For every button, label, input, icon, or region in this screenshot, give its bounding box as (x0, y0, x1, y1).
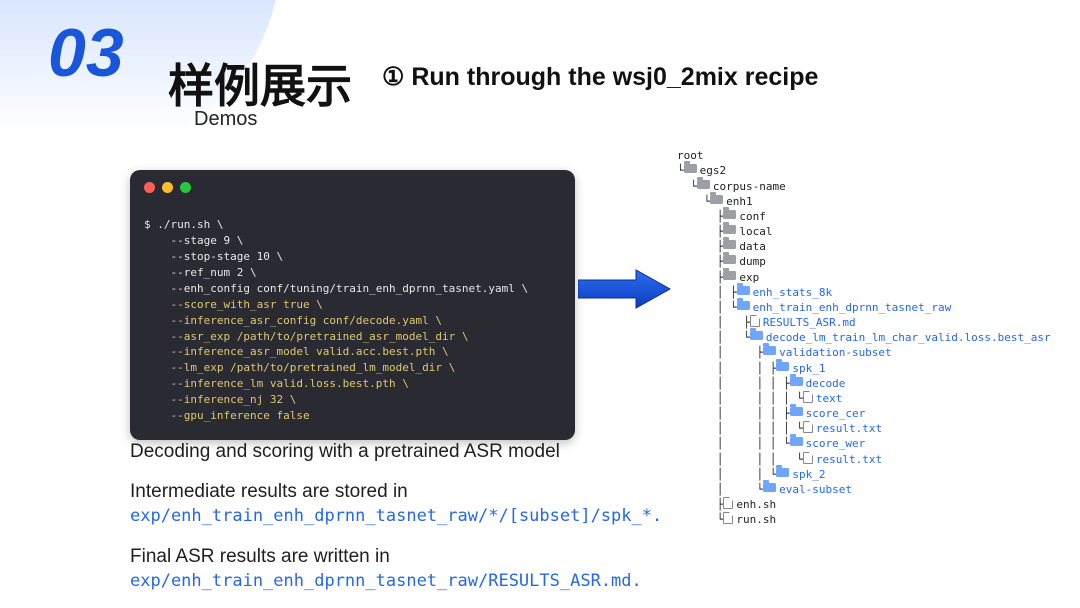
tree-node: egs2 (700, 164, 727, 177)
tree-node: dump (739, 255, 766, 268)
terminal-window: $ ./run.sh \ --stage 9 \ --stop-stage 10… (130, 170, 575, 440)
window-dots (144, 182, 561, 193)
tree-node: eval-subset (779, 483, 852, 496)
tree-node: local (739, 225, 772, 238)
file-icon (803, 421, 813, 433)
tree-node: enh_stats_8k (753, 286, 832, 299)
tree-node: run.sh (736, 513, 776, 526)
tree-node: validation-subset (779, 346, 892, 359)
tree-node: enh1 (726, 195, 753, 208)
tree-node: enh.sh (736, 498, 776, 511)
folder-icon (723, 225, 736, 234)
term-line: --enh_config conf/tuning/train_enh_dprnn… (144, 282, 528, 295)
term-line-highlight: --score_with_asr true \ (144, 298, 323, 311)
term-line: --ref_num 2 \ (144, 266, 257, 279)
term-line-highlight: --gpu_inference false (144, 409, 310, 422)
tree-node: result.txt (816, 422, 882, 435)
folder-icon (737, 286, 750, 295)
title-zh: 样例展示 (168, 50, 352, 116)
tree-node: data (739, 240, 766, 253)
tree-node: conf (739, 210, 766, 223)
tree-node: enh_train_enh_dprnn_tasnet_raw (753, 301, 952, 314)
term-line-highlight: --inference_lm valid.loss.best.pth \ (144, 377, 409, 390)
tree-root: root (677, 149, 704, 162)
file-icon (723, 512, 733, 524)
tree-node: corpus-name (713, 180, 786, 193)
folder-icon (763, 483, 776, 492)
tree-node: result.txt (816, 453, 882, 466)
desc-final: Final ASR results are written in exp/enh… (130, 545, 640, 593)
term-line-highlight: --inference_asr_model valid.acc.best.pth… (144, 345, 449, 358)
folder-icon (776, 362, 789, 371)
tree-node: text (816, 392, 843, 405)
folder-icon (790, 437, 803, 446)
folder-icon (684, 164, 697, 173)
term-line: --stage 9 \ (144, 234, 243, 247)
term-line-highlight: --lm_exp /path/to/pretrained_lm_model_di… (144, 361, 455, 374)
folder-icon (723, 210, 736, 219)
desc-intermediate-text: Intermediate results are stored in (130, 481, 408, 502)
tree-node: score_wer (806, 437, 866, 450)
desc-final-path: exp/enh_train_enh_dprnn_tasnet_raw/RESUL… (130, 571, 642, 591)
file-icon (803, 452, 813, 464)
folder-icon (737, 301, 750, 310)
tree-node: spk_2 (792, 468, 825, 481)
slide-number: 03 (48, 14, 124, 92)
folder-icon (723, 240, 736, 249)
folder-icon (710, 195, 723, 204)
folder-icon (790, 377, 803, 386)
file-icon (750, 315, 760, 327)
tree-node: RESULTS_ASR.md (763, 316, 856, 329)
tree-node: spk_1 (792, 362, 825, 375)
tree-node: decode (806, 377, 846, 390)
desc-intermediate-path: exp/enh_train_enh_dprnn_tasnet_raw/*/[su… (130, 506, 662, 526)
folder-icon (750, 331, 763, 340)
tree-node: score_cer (806, 407, 866, 420)
directory-tree: root └egs2 └corpus-name └enh1 ├conf ├loc… (677, 133, 1051, 527)
subtitle-en: Demos (194, 108, 257, 131)
dot-zoom-icon (180, 182, 191, 193)
desc-decoding: Decoding and scoring with a pretrained A… (130, 440, 640, 464)
step-title: ① Run through the wsj0_2mix recipe (382, 62, 818, 92)
arrow-icon (578, 268, 672, 310)
file-icon (723, 497, 733, 509)
file-icon (803, 391, 813, 403)
tree-node: exp (739, 271, 759, 284)
term-line-highlight: --inference_asr_config conf/decode.yaml … (144, 314, 442, 327)
folder-icon (697, 180, 710, 189)
desc-intermediate: Intermediate results are stored in exp/e… (130, 480, 640, 528)
folder-icon (763, 346, 776, 355)
terminal-content: $ ./run.sh \ --stage 9 \ --stop-stage 10… (144, 201, 561, 424)
term-line: $ ./run.sh \ (144, 218, 223, 231)
term-line-highlight: --inference_nj 32 \ (144, 393, 296, 406)
folder-icon (790, 407, 803, 416)
folder-icon (723, 255, 736, 264)
term-line-highlight: --asr_exp /path/to/pretrained_asr_model_… (144, 330, 469, 343)
folder-icon (776, 468, 789, 477)
desc-final-text: Final ASR results are written in (130, 546, 390, 567)
dot-close-icon (144, 182, 155, 193)
folder-icon (723, 271, 736, 280)
term-line: --stop-stage 10 \ (144, 250, 283, 263)
tree-node: decode_lm_train_lm_char_valid.loss.best_… (766, 331, 1051, 344)
dot-minimize-icon (162, 182, 173, 193)
